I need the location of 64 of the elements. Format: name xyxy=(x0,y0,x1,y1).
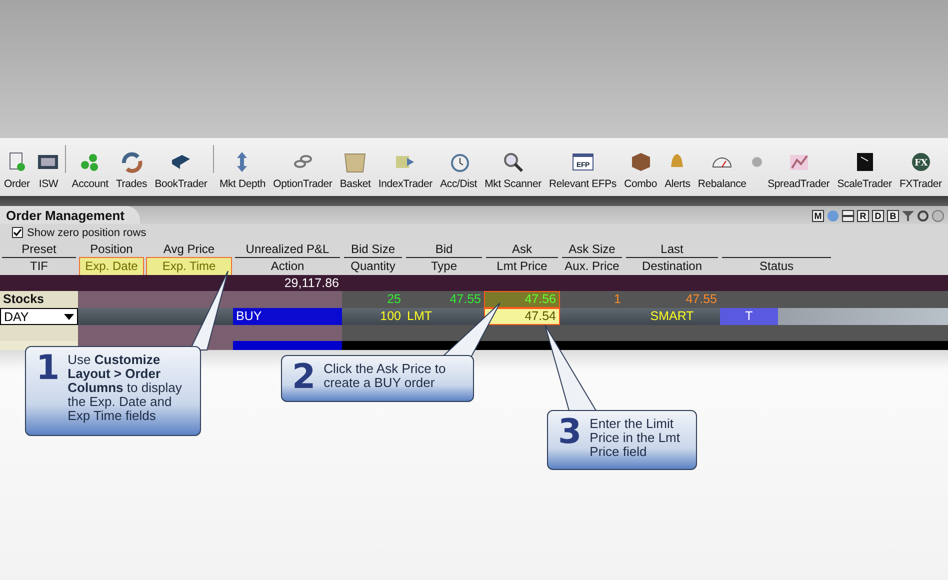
arrows-icon xyxy=(120,151,142,173)
toolbar-button[interactable]: Combo xyxy=(622,151,659,190)
toolbar-button[interactable]: Account xyxy=(70,151,110,190)
toolbar-button[interactable]: Alerts xyxy=(662,151,692,190)
rows-icon[interactable] xyxy=(842,210,854,222)
table-cell-text: 100 xyxy=(379,308,402,325)
column-header[interactable]: Aux. Price xyxy=(562,258,622,275)
basket-icon xyxy=(344,151,366,173)
cube-icon xyxy=(630,151,652,173)
toolbar-button[interactable]: Mkt Scanner xyxy=(482,151,544,190)
toolbar-button[interactable]: ScaleTrader xyxy=(835,151,894,190)
toolbar-button[interactable]: BookTrader xyxy=(152,151,210,190)
limit-price-field[interactable]: 47.54 xyxy=(484,308,560,325)
column-header[interactable]: Exp. Date xyxy=(80,258,143,275)
column-header[interactable]: Type xyxy=(406,258,482,275)
help-icon[interactable] xyxy=(932,210,944,222)
globe-icon: FX xyxy=(910,151,932,173)
column-header[interactable]: Lmt Price xyxy=(486,258,558,275)
toolbar-button[interactable]: IndexTrader xyxy=(376,151,434,190)
table-cell-text: 29,117.86 xyxy=(283,275,340,291)
toolbar-button[interactable]: Rebalance xyxy=(696,151,748,190)
toolbar-button[interactable]: Mkt Depth xyxy=(217,151,268,190)
callout-text: Click the Ask Price to create a BUY order xyxy=(324,362,447,390)
group-label: Stocks xyxy=(0,291,78,308)
view-toggle-button[interactable]: M xyxy=(812,210,824,222)
panel-tab[interactable]: Order Management xyxy=(0,206,140,224)
toolbar-button[interactable]: Basket xyxy=(338,151,373,190)
view-toggle-button[interactable]: B xyxy=(887,210,899,222)
toolbar-button[interactable]: Acc/Dist xyxy=(438,151,479,190)
column-header[interactable]: Status xyxy=(722,258,831,275)
dot-icon[interactable] xyxy=(752,157,762,167)
column-header[interactable]: Quantity xyxy=(344,258,402,275)
action-cell[interactable]: BUY xyxy=(233,308,342,325)
refresh-icon[interactable] xyxy=(917,210,929,222)
checkbox-label: Show zero position rows xyxy=(27,226,146,238)
toolbar-button[interactable]: Trades xyxy=(114,151,150,190)
tif-dropdown[interactable]: DAY xyxy=(0,308,78,325)
toolbar-button[interactable]: OptionTrader xyxy=(271,151,334,190)
view-toggle-button[interactable]: D xyxy=(872,210,884,222)
table-cell-text: 25 xyxy=(386,291,402,308)
step-number: 3 xyxy=(558,417,582,447)
toolbar-button[interactable]: Order xyxy=(2,151,32,190)
column-header[interactable]: Action xyxy=(235,258,340,275)
table-cell-text: SMART xyxy=(649,308,695,325)
table-cell-text: 47.55 xyxy=(448,291,482,308)
step-number: 1 xyxy=(36,353,60,383)
table-cell-text: 47.55 xyxy=(684,291,718,308)
caret-icon xyxy=(64,314,74,320)
column-header[interactable]: TIF xyxy=(2,258,76,275)
checkbox[interactable] xyxy=(12,227,23,238)
callout-text: Use Customize Layout > Order Columns to display the Exp. Date and Exp Time fields xyxy=(68,353,183,423)
table-cell-text: LMT xyxy=(406,308,433,325)
step-number: 2 xyxy=(292,362,316,392)
toolbar-button[interactable]: SpreadTrader xyxy=(766,151,832,190)
view-toggle-button[interactable]: R xyxy=(857,210,869,222)
magnifier-icon xyxy=(502,151,524,173)
table-cell-text: 1 xyxy=(613,291,622,308)
toolbar-button[interactable]: FX FXTrader xyxy=(897,151,944,190)
callout-text: Enter the Limit Price in the Lmt Price field xyxy=(590,417,681,459)
filter-icon[interactable] xyxy=(902,210,914,222)
column-header[interactable]: Destination xyxy=(626,258,718,275)
column-header[interactable]: Exp. Time xyxy=(147,258,231,275)
toolbar-button[interactable]: ISW xyxy=(35,151,62,190)
status-cell: T xyxy=(720,308,778,325)
